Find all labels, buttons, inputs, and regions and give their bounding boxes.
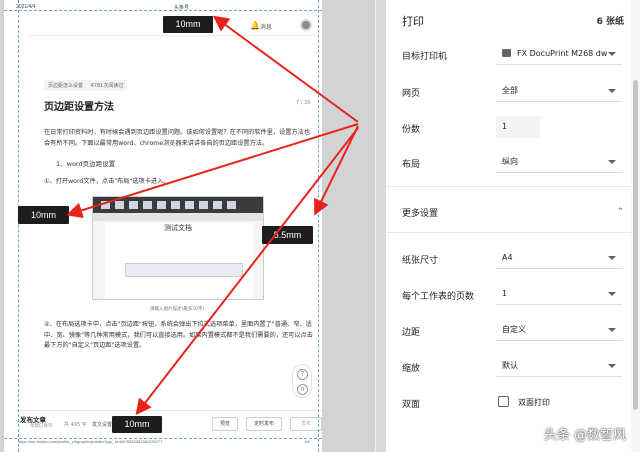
tag-stats: 4781次阅读过 — [90, 83, 124, 89]
section-heading: 1、word页边距设置 — [56, 160, 116, 168]
destination-value: FX DocuPrint M268 dw — [517, 49, 608, 58]
print-preview: 2021/4/4 头条号 🔔 消息 页边距怎么设置 4781次阅读过 页边距设置… — [0, 0, 376, 452]
more-settings-toggle[interactable]: 更多设置 — [402, 206, 438, 219]
callout-bottom-margin: 10mm — [112, 416, 162, 433]
article-title: 页边距设置方法 — [44, 102, 114, 113]
margin-guide-top — [4, 10, 322, 11]
ribbon-toolbar — [93, 197, 263, 213]
printer-icon — [502, 48, 511, 57]
callout-left-margin: 10mm — [18, 206, 69, 224]
scale-select[interactable]: 默认 — [496, 355, 622, 377]
paper-size-value: A4 — [502, 253, 513, 262]
duplex-label: 双面 — [402, 400, 421, 410]
divider — [386, 186, 640, 187]
caret-down-icon — [608, 364, 616, 368]
messages-link: 消息 — [260, 24, 273, 31]
preview-button: 预览 — [212, 417, 238, 431]
layout-label: 布局 — [402, 160, 421, 170]
chevron-up-icon[interactable]: ⌃ — [616, 207, 624, 217]
draft-status: 草稿已保存 — [30, 424, 53, 429]
avatar — [300, 19, 312, 31]
caret-down-icon — [608, 52, 616, 56]
watermark-text: 头条 @数智风 — [543, 428, 626, 443]
word-count: 共 495 字 — [64, 422, 87, 428]
copies-input[interactable]: 1 — [496, 116, 540, 138]
screenshot-doc-title: 测试文档 — [164, 224, 192, 232]
styles-gallery — [125, 263, 243, 277]
headset-icon: ∩ — [297, 384, 308, 395]
pages-select[interactable]: 全部 — [496, 80, 622, 102]
word-page — [105, 223, 253, 299]
panel-title: 打印 — [402, 15, 424, 28]
side-toolbar: ? ∩ — [292, 364, 312, 398]
schedule-button: 定时发布 — [246, 417, 282, 431]
margin-guide-bottom — [4, 438, 322, 439]
paper-size-label: 纸张尺寸 — [402, 256, 439, 266]
sheet-count: 6 张纸 — [596, 17, 624, 27]
panel-scrollbar[interactable] — [631, 0, 640, 452]
paragraph-intro: 在日常打印资料时，有时候会遇到页边距设置问题。该如何设置呢？在不同的软件里，设置… — [44, 129, 311, 147]
layout-select[interactable]: 纵向 — [496, 151, 622, 173]
pages-per-sheet-select[interactable]: 1 — [496, 283, 622, 305]
ruler — [93, 213, 263, 221]
page-counter: 7 / 30 — [296, 100, 311, 106]
caret-down-icon — [608, 89, 616, 93]
print-settings-panel: 打印 6 张纸 目标打印机 FX DocuPrint M268 dw 网页 全部… — [386, 0, 640, 452]
preview-scrollbar[interactable] — [375, 0, 376, 452]
margin-guide-right — [318, 0, 319, 452]
callout-top-margin: 10mm — [163, 16, 213, 33]
word-screenshot: 测试文档 — [92, 196, 264, 300]
panel-scroll-thumb[interactable] — [633, 80, 638, 410]
pages-value: 全部 — [502, 86, 518, 95]
destination-label: 目标打印机 — [402, 52, 448, 62]
paper-size-select[interactable]: A4 — [496, 247, 622, 269]
caret-down-icon — [608, 292, 616, 296]
layout-value: 纵向 — [502, 157, 518, 166]
margins-value: 自定义 — [502, 325, 526, 334]
copies-label: 份数 — [402, 125, 421, 135]
margins-label: 边距 — [402, 328, 421, 338]
caret-down-icon — [608, 160, 616, 164]
publish-bar: 发布文章 草稿已保存 共 495 字 发文设置 预览 定时发布 发布 — [16, 410, 322, 438]
pages-per-sheet-value: 1 — [502, 289, 508, 298]
pages-per-sheet-label: 每个工作表的页数 — [402, 292, 475, 302]
step-text: ①、打开word文件，点击"布局"选项卡进入。 — [44, 178, 170, 185]
duplex-checkbox[interactable] — [498, 396, 509, 407]
help-icon: ? — [297, 369, 308, 380]
duplex-option-label[interactable]: 双面打印 — [518, 397, 550, 408]
tag-category: 页边距怎么设置 — [48, 83, 84, 89]
destination-select[interactable]: FX DocuPrint M268 dw — [496, 43, 622, 65]
article-tags: 页边距怎么设置 4781次阅读过 — [44, 80, 128, 91]
callout-right-margin: 5.5mm — [262, 226, 313, 244]
page-footer-number: 1/8 — [304, 439, 310, 444]
paragraph-step2: ②、在布局选项卡中，点击"页边距"按钮，系统会弹出下拉式选项菜单，里面内置了"普… — [44, 321, 313, 349]
caret-down-icon — [608, 328, 616, 332]
image-caption: 请输入图片描述(最多50字) — [150, 307, 205, 312]
send-settings-link: 发文设置 — [92, 422, 113, 428]
pages-label: 网页 — [402, 89, 421, 99]
page-footer-url: https://mp.toutiao.com/profile_v4/graphi… — [18, 439, 163, 444]
bell-icon: 🔔 — [250, 21, 260, 30]
scale-value: 默认 — [502, 361, 518, 370]
caret-down-icon — [608, 256, 616, 260]
margins-select[interactable]: 自定义 — [496, 319, 622, 341]
margin-guide-left — [18, 0, 19, 452]
scale-label: 缩放 — [402, 364, 421, 374]
divider — [386, 232, 640, 233]
